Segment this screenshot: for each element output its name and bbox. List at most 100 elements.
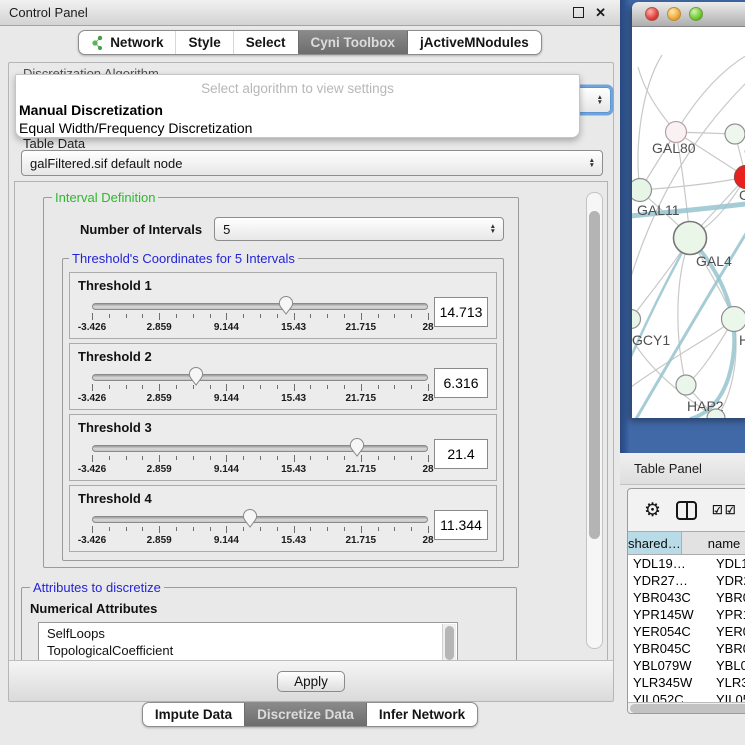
close-icon[interactable]: ✕ bbox=[595, 6, 606, 19]
threshold-value-field[interactable]: 14.713 bbox=[434, 297, 488, 327]
select-columns-icon[interactable]: ☑☑ bbox=[712, 503, 736, 517]
thresholds-group: Threshold's Coordinates for 5 Intervals … bbox=[62, 251, 504, 561]
threshold-value-field[interactable]: 21.4 bbox=[434, 439, 488, 469]
network-node-hap2[interactable] bbox=[676, 375, 696, 395]
minimize-traffic-light-icon[interactable] bbox=[667, 7, 681, 21]
slider-thumb-icon[interactable] bbox=[189, 366, 204, 386]
threshold-value-field[interactable]: 6.316 bbox=[434, 368, 488, 398]
tab-label: Impute Data bbox=[155, 707, 232, 722]
tab-label: jActiveMNodules bbox=[420, 35, 529, 50]
tab-label: Infer Network bbox=[379, 707, 465, 722]
slider-thumb-icon[interactable] bbox=[278, 295, 293, 315]
zoom-traffic-light-icon[interactable] bbox=[689, 7, 703, 21]
combo-spinner-icon: ▲▼ bbox=[589, 158, 595, 168]
network-node-h[interactable] bbox=[722, 307, 745, 332]
network-node-gal4[interactable] bbox=[674, 222, 707, 255]
slider-thumb-icon[interactable] bbox=[242, 508, 257, 528]
table-row[interactable]: YBR043CYBR043C bbox=[628, 589, 745, 606]
network-canvas[interactable]: GAL80GACGAL11GAL4GCY1HHAP2 bbox=[632, 27, 745, 418]
numerical-attributes-list[interactable]: SelfLoopsTopologicalCoefficientBetweenne… bbox=[38, 622, 458, 662]
threshold-slider[interactable]: -3.4262.8599.14415.4321.71528 bbox=[92, 294, 428, 336]
tab-impute-data[interactable]: Impute Data bbox=[143, 703, 244, 726]
column-header-shared-name[interactable]: shared… bbox=[628, 532, 682, 554]
network-edge bbox=[640, 177, 745, 190]
table-data-label: Table Data bbox=[23, 136, 85, 151]
tab-network[interactable]: Network bbox=[79, 31, 175, 54]
vertical-scrollbar[interactable] bbox=[586, 192, 603, 649]
number-of-intervals-combo[interactable]: 5 ▲▼ bbox=[214, 217, 504, 241]
control-panel-title: Control Panel bbox=[0, 5, 88, 20]
network-node-label: C bbox=[739, 187, 745, 203]
network-node-gcy1[interactable] bbox=[632, 310, 641, 329]
table-row[interactable]: YBL079WYBL079W bbox=[628, 657, 745, 674]
cyni-toolbox-panel: Discretization Algorithm ▲▼ Select algor… bbox=[8, 62, 614, 702]
table-data-combo[interactable]: galFiltered.sif default node ▲▼ bbox=[21, 150, 603, 176]
algorithm-option-manual[interactable]: Manual Discretization bbox=[16, 100, 579, 118]
algorithm-option-equal-width[interactable]: Equal Width/Frequency Discretization bbox=[16, 118, 579, 136]
network-node-label: GCY1 bbox=[632, 332, 670, 348]
slider-track[interactable] bbox=[92, 516, 428, 523]
combo-spinner-icon: ▲▼ bbox=[597, 95, 603, 105]
attribute-item[interactable]: SelfLoops bbox=[47, 625, 443, 642]
threshold-label: Threshold 1 bbox=[78, 278, 488, 293]
table-row[interactable]: YBR045CYBR045C bbox=[628, 640, 745, 657]
table-row[interactable]: YPR145WYPR145W bbox=[628, 606, 745, 623]
settings-scrollpane: Interval Definition Number of Intervals … bbox=[14, 181, 608, 662]
tab-discretize-data[interactable]: Discretize Data bbox=[244, 703, 366, 726]
table-data-value: galFiltered.sif default node bbox=[30, 156, 182, 171]
threshold-value-field[interactable]: 11.344 bbox=[434, 510, 488, 540]
table-row[interactable]: YDR27…YDR27… bbox=[628, 572, 745, 589]
tab-jactivemnodules[interactable]: jActiveMNodules bbox=[407, 31, 541, 54]
threshold-slider[interactable]: -3.4262.8599.14415.4321.71528 bbox=[92, 507, 428, 549]
slider-thumb-icon[interactable] bbox=[350, 437, 365, 457]
table-row[interactable]: YLR345WYLR345W bbox=[628, 674, 745, 691]
network-node-ga[interactable] bbox=[725, 124, 745, 144]
table-panel-toolbar: ⚙ ☑☑ bbox=[628, 489, 745, 531]
cell-name: YDR27… bbox=[707, 573, 745, 588]
cell-name: YER054C bbox=[707, 624, 745, 639]
float-window-icon[interactable] bbox=[573, 7, 584, 18]
network-node-gal11[interactable] bbox=[632, 179, 652, 202]
network-node-label: GAL4 bbox=[696, 253, 732, 269]
tab-label: Network bbox=[110, 35, 163, 50]
columns-icon[interactable] bbox=[676, 501, 697, 520]
cell-shared-name: YDL19… bbox=[628, 556, 707, 571]
combo-spinner-icon: ▲▼ bbox=[490, 224, 496, 234]
attributes-group: Attributes to discretize Numerical Attri… bbox=[21, 580, 517, 662]
tab-select[interactable]: Select bbox=[233, 31, 298, 54]
table-panel-titlebar: Table Panel bbox=[620, 453, 745, 485]
control-panel-titlebar: Control Panel ✕ bbox=[0, 0, 620, 26]
threshold-block: Threshold 4 -3.4262.8599.14415.4321.7152… bbox=[69, 485, 497, 552]
cell-shared-name: YBR045C bbox=[628, 641, 707, 656]
attributes-scrollbar[interactable] bbox=[442, 624, 456, 662]
attribute-item[interactable]: TopologicalCoefficient bbox=[47, 642, 443, 659]
slider-ticks bbox=[92, 455, 428, 463]
network-node-label: H bbox=[739, 332, 745, 348]
tab-label: Select bbox=[246, 35, 286, 50]
slider-track[interactable] bbox=[92, 303, 428, 310]
apply-button[interactable]: Apply bbox=[277, 671, 345, 692]
threshold-slider[interactable]: -3.4262.8599.14415.4321.71528 bbox=[92, 365, 428, 407]
slider-track[interactable] bbox=[92, 445, 428, 452]
threshold-label: Threshold 2 bbox=[78, 349, 488, 364]
table-row[interactable]: YIL052CYIL052C bbox=[628, 691, 745, 702]
tab-infer-network[interactable]: Infer Network bbox=[366, 703, 477, 726]
tab-style[interactable]: Style bbox=[175, 31, 232, 54]
network-node-c[interactable] bbox=[735, 166, 745, 189]
cell-shared-name: YDR27… bbox=[628, 573, 707, 588]
table-row[interactable]: YER054CYER054C bbox=[628, 623, 745, 640]
network-node-label: GAL80 bbox=[652, 140, 696, 156]
slider-track[interactable] bbox=[92, 374, 428, 381]
cell-shared-name: YPR145W bbox=[628, 607, 707, 622]
close-traffic-light-icon[interactable] bbox=[645, 7, 659, 21]
threshold-block: Threshold 1 -3.4262.8599.14415.4321.7152… bbox=[69, 272, 497, 339]
gear-icon[interactable]: ⚙ bbox=[644, 501, 661, 520]
checkbox-icon: ☑ bbox=[725, 503, 736, 517]
threshold-blocks: Threshold 1 -3.4262.8599.14415.4321.7152… bbox=[69, 272, 497, 552]
tab-cyni-toolbox[interactable]: Cyni Toolbox bbox=[298, 31, 408, 54]
horizontal-scrollbar[interactable] bbox=[628, 702, 745, 714]
table-row[interactable]: YDL19…YDL19… bbox=[628, 555, 745, 572]
column-header-name[interactable]: name bbox=[682, 532, 745, 554]
cell-shared-name: YLR345W bbox=[628, 675, 707, 690]
threshold-slider[interactable]: -3.4262.8599.14415.4321.71528 bbox=[92, 436, 428, 478]
